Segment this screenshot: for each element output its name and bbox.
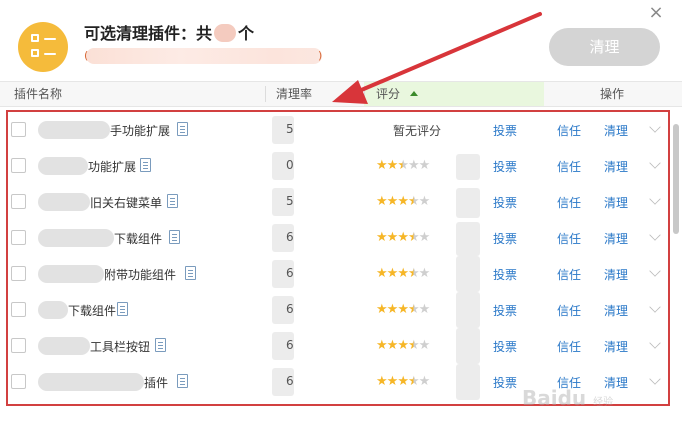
subtitle-redacted — [86, 48, 322, 64]
subtitle-open-paren: ( — [84, 49, 89, 62]
annotation-highlight-box — [6, 110, 670, 406]
scrollbar-thumb[interactable] — [673, 124, 679, 234]
watermark-brand: Baidu — [522, 386, 587, 410]
sort-ascending-icon — [410, 91, 419, 96]
list-scrollbar[interactable] — [673, 110, 679, 410]
watermark-sub: 经验 — [593, 397, 614, 408]
clean-all-button[interactable]: 清理 — [549, 28, 660, 66]
column-divider — [265, 86, 266, 102]
plugin-count-redacted — [214, 24, 237, 42]
plugin-list-icon — [18, 22, 68, 72]
title-suffix: 个 — [238, 24, 255, 43]
subtitle-close-paren: ) — [318, 49, 323, 62]
dialog-footer — [0, 410, 682, 442]
column-divider — [364, 86, 365, 102]
column-header-rating-label: 评分 — [376, 87, 401, 101]
column-header-rating[interactable]: 评分 — [376, 82, 419, 106]
column-header-rate[interactable]: 清理率 — [276, 82, 312, 106]
close-icon[interactable]: × — [646, 3, 666, 23]
column-header-action: 操作 — [600, 87, 625, 101]
dialog-title: 可选清理插件：共 个 — [84, 20, 254, 44]
dialog-header: 可选清理插件：共 个 ( ) × 清理 — [0, 0, 682, 80]
column-header-name[interactable]: 插件名称 — [14, 82, 62, 106]
table-header: 插件名称 清理率 评分 操作 — [0, 81, 682, 107]
watermark: Baidu 经验 — [522, 386, 613, 410]
title-prefix: 可选清理插件：共 — [84, 24, 213, 43]
